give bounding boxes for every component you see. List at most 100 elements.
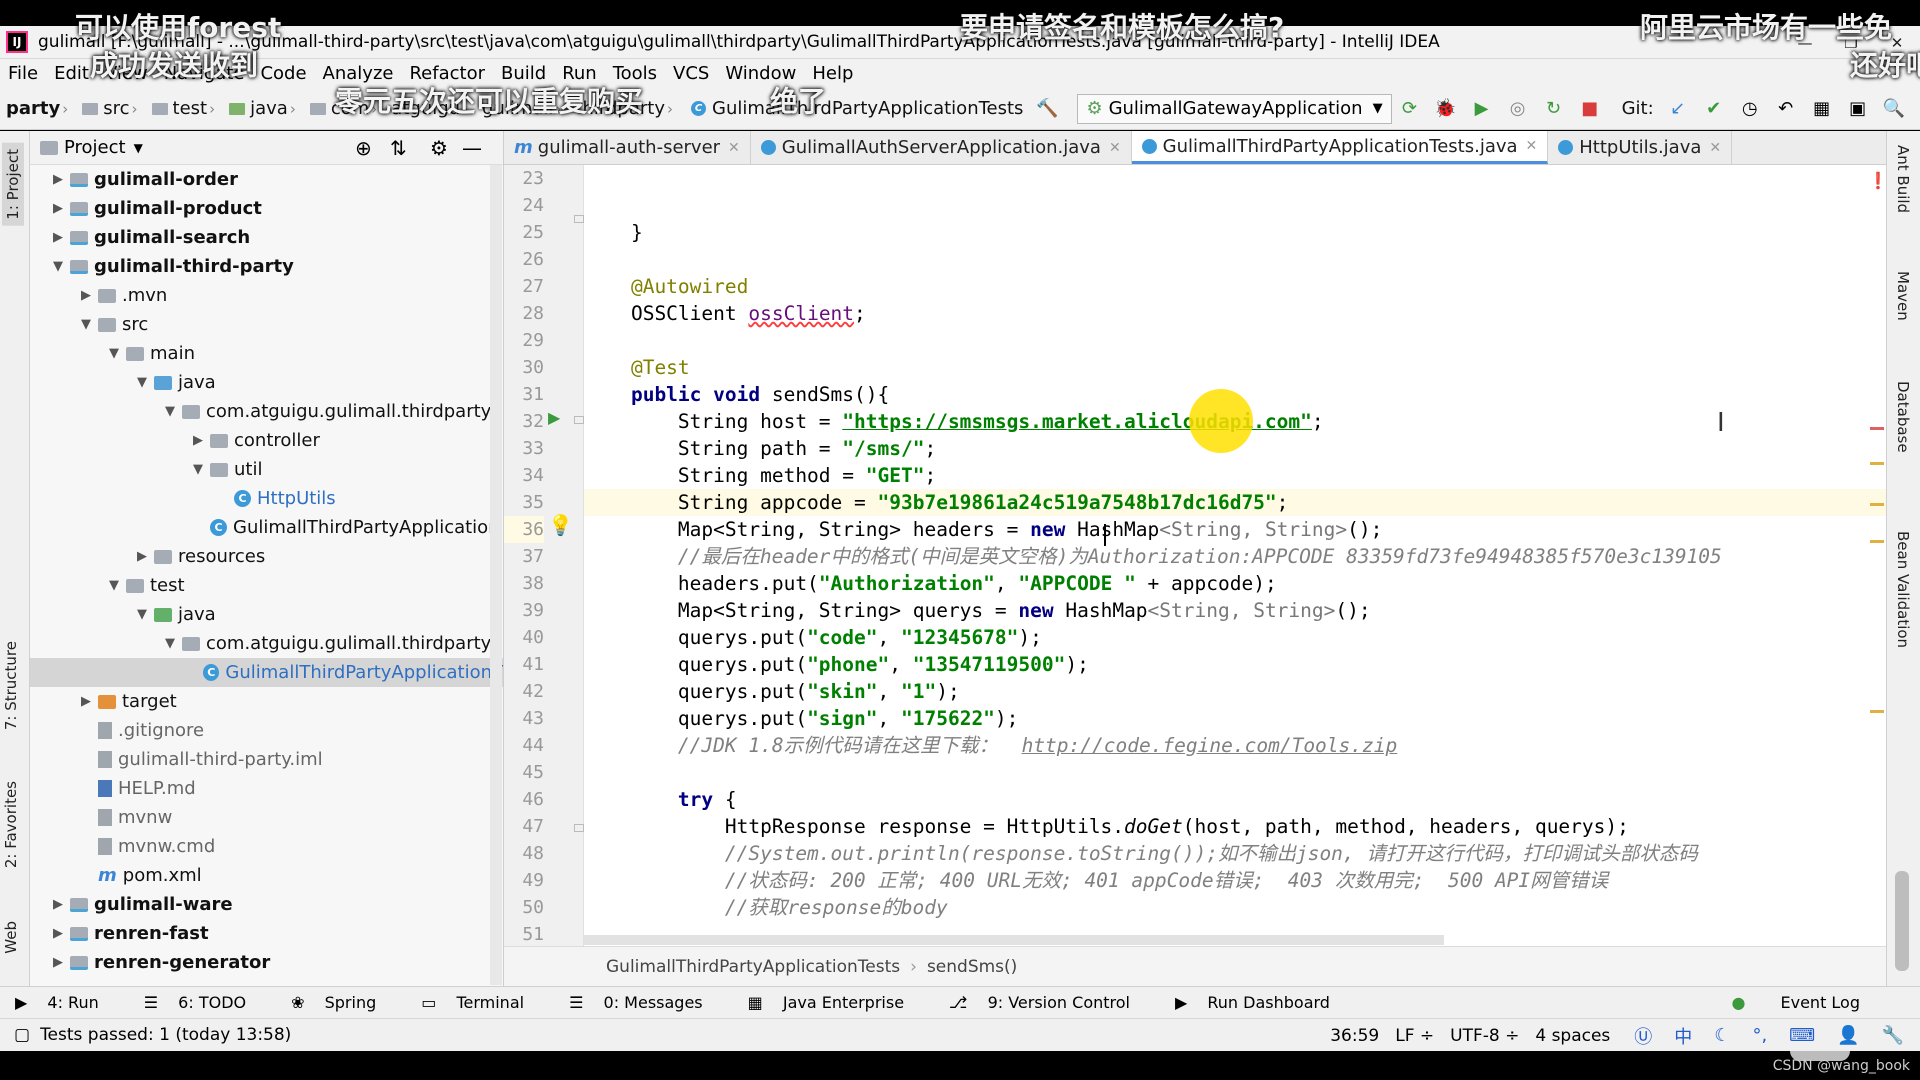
warning-stripe-mark[interactable]	[1870, 710, 1884, 713]
nav-crumb-module[interactable]: party ›	[0, 98, 76, 119]
git-update-icon[interactable]: ↙	[1667, 98, 1689, 120]
lightbulb-icon[interactable]: 💡	[548, 513, 573, 537]
breadcrumb-method[interactable]: sendSms()	[927, 957, 1017, 977]
horizontal-scrollbar[interactable]	[584, 935, 1444, 945]
breadcrumb-class[interactable]: GulimallThirdPartyApplicationTests	[606, 957, 900, 977]
project-scrollbar[interactable]	[490, 165, 502, 985]
tree-item[interactable]: ▼ util	[190, 455, 262, 484]
ime-toolbar[interactable]: Ⓤ 中 ☾ °, ⌨ 👤 🔧	[1618, 1023, 1920, 1049]
profile-icon[interactable]: ◎	[1507, 98, 1529, 120]
scrollbar-thumb[interactable]	[1895, 871, 1909, 971]
indent-setting[interactable]: 4 spaces	[1527, 1026, 1618, 1046]
status-panel-icon[interactable]: ▢	[14, 1025, 30, 1045]
line-separator[interactable]: LF ÷	[1387, 1026, 1442, 1046]
git-rollback-icon[interactable]: ↶	[1775, 98, 1797, 120]
run-test-gutter-icon[interactable]: ▶	[548, 408, 560, 427]
tab-bean-validation[interactable]: Bean Validation	[1894, 531, 1912, 648]
stop-icon[interactable]: ■	[1579, 98, 1601, 120]
tree-item[interactable]: ▶ gulimall-search	[50, 223, 250, 252]
tab-favorites-tool[interactable]: 2: Favorites	[2, 781, 20, 868]
update-running-icon[interactable]: ↻	[1543, 98, 1565, 120]
tool-version-control[interactable]: ⎇ 9: Version Control	[934, 993, 1160, 1012]
tool-run-dashboard[interactable]: ▶ Run Dashboard	[1160, 993, 1360, 1012]
tree-item[interactable]: ▶ renren-fast	[50, 919, 209, 948]
file-encoding[interactable]: UTF-8 ÷	[1442, 1026, 1527, 1046]
tool-event-log[interactable]: ● Event Log	[1701, 993, 1890, 1012]
error-indicator-icon[interactable]: ❗	[1868, 171, 1888, 190]
caret-position[interactable]: 36:59	[1322, 1026, 1387, 1046]
tree-item[interactable]: ▶ target	[78, 687, 177, 716]
tree-item[interactable]: .gitignore	[94, 716, 204, 745]
tab-auth-server-app[interactable]: GulimallAuthServerApplication.java ✕	[751, 131, 1132, 164]
tab-project-tool[interactable]: 1: Project	[2, 143, 24, 226]
run-config-select[interactable]: ⚙ GulimallGatewayApplication ▼	[1077, 93, 1392, 124]
debug-icon[interactable]: 🐞	[1434, 98, 1456, 120]
warning-stripe-mark[interactable]	[1870, 462, 1884, 465]
close-icon[interactable]: ✕	[1709, 140, 1721, 156]
menu-code[interactable]: Code	[252, 63, 314, 84]
warning-stripe-mark[interactable]	[1870, 503, 1884, 506]
hammer-build-icon[interactable]: 🔨	[1036, 98, 1058, 120]
tree-item[interactable]: ▼ java	[134, 600, 216, 629]
git-history-icon[interactable]: ◷	[1739, 98, 1761, 120]
tree-item[interactable]: gulimall-third-party.iml	[94, 745, 323, 774]
status-message[interactable]: Tests passed: 1 (today 13:58)	[40, 1025, 291, 1045]
tree-item[interactable]: ▶ gulimall-ware	[50, 890, 233, 919]
tool-terminal[interactable]: ▭ Terminal	[406, 993, 554, 1012]
collapse-all-icon[interactable]: ⇅	[390, 136, 407, 160]
tab-database[interactable]: Database	[1894, 381, 1912, 453]
error-stripe-mark[interactable]	[1870, 427, 1884, 430]
tool-run[interactable]: ▶ 4: Run	[0, 993, 129, 1012]
fold-marker-icon[interactable]	[574, 416, 584, 424]
git-commit-icon[interactable]: ✔	[1703, 98, 1725, 120]
tree-item[interactable]: ▼ java	[134, 368, 216, 397]
close-icon[interactable]: ✕	[728, 140, 740, 156]
tree-item[interactable]: ▶ renren-generator	[50, 948, 270, 977]
tool-spring[interactable]: ❀ Spring	[276, 993, 406, 1012]
gear-icon[interactable]: ⚙	[430, 136, 448, 160]
tree-item-selected[interactable]: C GulimallThirdPartyApplicationT	[30, 658, 503, 687]
fold-marker-icon[interactable]	[574, 215, 584, 223]
menu-vcs[interactable]: VCS	[665, 63, 717, 84]
tree-item[interactable]: ▶ controller	[190, 426, 320, 455]
tree-item[interactable]: mvnw.cmd	[94, 832, 215, 861]
code-text-area[interactable]: } @Autowired OSSClient ossClient; @Test …	[584, 165, 1886, 946]
tab-maven[interactable]: Maven	[1894, 271, 1912, 321]
layout-icon[interactable]: ▣	[1847, 98, 1869, 120]
chevron-down-icon[interactable]: ▼	[134, 141, 143, 155]
close-icon[interactable]: ✕	[1109, 140, 1121, 156]
search-icon[interactable]: 🔍	[1882, 98, 1904, 120]
coverage-icon[interactable]: ▶	[1471, 98, 1493, 120]
tree-item[interactable]: HELP.md	[94, 774, 196, 803]
tab-auth-server[interactable]: m gulimall-auth-server ✕	[504, 131, 751, 164]
tree-item[interactable]: C HttpUtils	[230, 484, 336, 513]
tree-item[interactable]: ▶ resources	[134, 542, 265, 571]
tool-java-enterprise[interactable]: ▦ Java Enterprise	[733, 993, 934, 1012]
tree-item[interactable]: C GulimallThirdPartyApplication	[206, 513, 500, 542]
tree-item[interactable]: mvnw	[94, 803, 172, 832]
tree-item[interactable]: ▶ gulimall-product	[50, 194, 262, 223]
tree-item[interactable]: ▼ gulimall-third-party	[50, 252, 294, 281]
tree-item[interactable]: ▼ com.atguigu.gulimall.thirdparty	[162, 397, 491, 426]
fold-marker-icon[interactable]	[574, 824, 584, 832]
tab-ant-build[interactable]: Ant Build	[1894, 145, 1912, 213]
tab-web-tool[interactable]: Web	[2, 921, 20, 954]
tree-item[interactable]: ▼ com.atguigu.gulimall.thirdparty	[162, 629, 491, 658]
nav-crumb-class[interactable]: C GulimallThirdPartyApplicationTests	[681, 98, 1029, 119]
tree-item[interactable]: ▼ test	[106, 571, 185, 600]
tree-item[interactable]: m pom.xml	[94, 861, 202, 890]
nav-crumb-test[interactable]: test ›	[146, 98, 224, 119]
warning-stripe-mark[interactable]	[1870, 540, 1884, 543]
locate-icon[interactable]: ⊕	[355, 136, 372, 160]
menu-file[interactable]: File	[0, 63, 46, 84]
nav-crumb-java[interactable]: java ›	[223, 98, 304, 119]
tab-third-party-tests[interactable]: GulimallThirdPartyApplicationTests.java ✕	[1131, 131, 1549, 164]
project-structure-icon[interactable]: ▦	[1811, 98, 1833, 120]
nav-crumb-src[interactable]: src ›	[76, 98, 145, 119]
tool-messages[interactable]: ☰ 0: Messages	[554, 993, 733, 1012]
close-icon[interactable]: ✕	[1526, 138, 1538, 154]
rerun-icon[interactable]: ⟳	[1399, 98, 1421, 120]
tab-structure-tool[interactable]: 7: Structure	[2, 641, 20, 730]
tool-todo[interactable]: ☰ 6: TODO	[129, 993, 276, 1012]
tab-http-utils[interactable]: HttpUtils.java ✕	[1548, 131, 1733, 164]
